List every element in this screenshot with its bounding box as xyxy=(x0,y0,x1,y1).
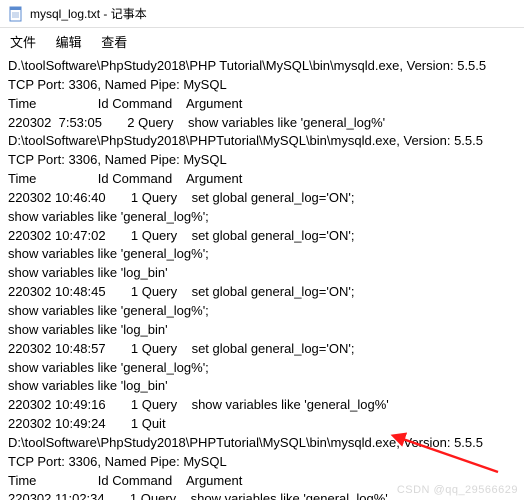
log-line: TCP Port: 3306, Named Pipe: MySQL xyxy=(8,453,516,472)
log-line: 220302 7:53:05 2 Query show variables li… xyxy=(8,114,516,133)
log-line: TCP Port: 3306, Named Pipe: MySQL xyxy=(8,151,516,170)
log-line: 220302 10:46:40 1 Query set global gener… xyxy=(8,189,516,208)
log-line: D:\toolSoftware\PhpStudy2018\PHPTutorial… xyxy=(8,434,516,453)
log-line: 220302 10:49:16 1 Query show variables l… xyxy=(8,396,516,415)
menu-view[interactable]: 查看 xyxy=(101,35,127,50)
window-title: mysql_log.txt - 记事本 xyxy=(30,5,147,22)
text-area[interactable]: D.\toolSoftware\PhpStudy2018\PHP Tutoria… xyxy=(0,57,524,500)
log-line: 220302 10:48:45 1 Query set global gener… xyxy=(8,283,516,302)
log-line: show variables like 'general_log%'; xyxy=(8,359,516,378)
titlebar: mysql_log.txt - 记事本 xyxy=(0,0,524,28)
log-line: show variables like 'general_log%'; xyxy=(8,208,516,227)
log-line: 220302 10:49:24 1 Quit xyxy=(8,415,516,434)
log-line: show variables like 'log_bin' xyxy=(8,321,516,340)
log-line: D.\toolSoftware\PhpStudy2018\PHP Tutoria… xyxy=(8,57,516,76)
log-line: Time Id Command Argument xyxy=(8,170,516,189)
log-line: Time Id Command Argument xyxy=(8,95,516,114)
log-line: 220302 10:48:57 1 Query set global gener… xyxy=(8,340,516,359)
log-line: TCP Port: 3306, Named Pipe: MySQL xyxy=(8,76,516,95)
log-line: show variables like 'log_bin' xyxy=(8,264,516,283)
notepad-icon xyxy=(8,6,24,22)
menu-edit[interactable]: 编辑 xyxy=(56,35,82,50)
watermark: CSDN @qq_29566629 xyxy=(397,484,518,496)
log-line: 220302 10:47:02 1 Query set global gener… xyxy=(8,227,516,246)
log-line: show variables like 'general_log%'; xyxy=(8,245,516,264)
menu-file[interactable]: 文件 xyxy=(10,35,36,50)
log-line: show variables like 'log_bin' xyxy=(8,377,516,396)
menubar: 文件 编辑 查看 xyxy=(0,28,524,57)
log-line: show variables like 'general_log%'; xyxy=(8,302,516,321)
log-line: D:\toolSoftware\PhpStudy2018\PHPTutorial… xyxy=(8,132,516,151)
